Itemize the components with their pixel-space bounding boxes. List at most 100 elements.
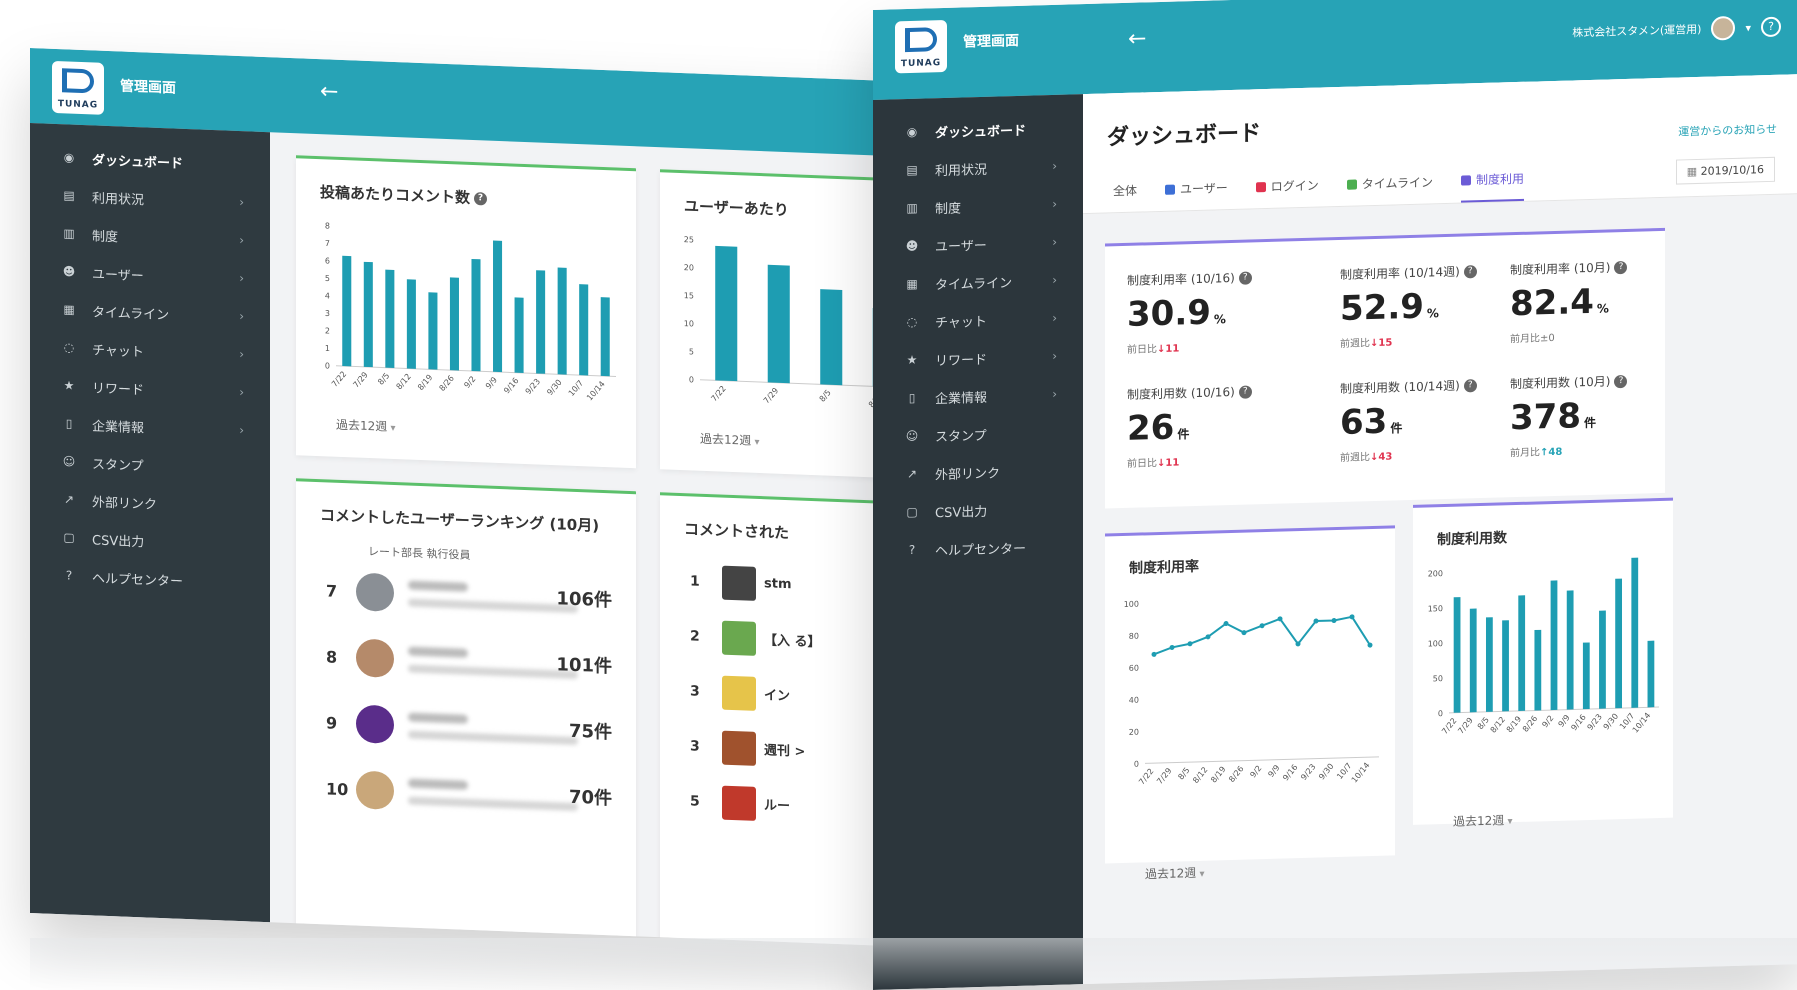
sidebar-item[interactable]: ☻ ユーザー › bbox=[873, 222, 1083, 266]
users-icon: ☻ bbox=[905, 238, 919, 254]
tab[interactable]: 制度利用 bbox=[1460, 169, 1524, 203]
x-tick-label: 8/26 bbox=[438, 374, 456, 393]
sidebar-item[interactable]: ★ リワード › bbox=[873, 336, 1083, 380]
book-icon: ▥ bbox=[63, 226, 75, 241]
ranking-row[interactable]: 10 70件 bbox=[296, 754, 636, 833]
x-tick-label: 8/5 bbox=[376, 371, 391, 387]
sidebar-item[interactable]: ☺ スタンプ bbox=[873, 412, 1083, 456]
chevron-down-icon[interactable]: ▾ bbox=[1745, 21, 1751, 34]
post-title: ルー bbox=[764, 798, 791, 815]
card-title: 投稿あたりコメント数 bbox=[320, 183, 471, 207]
building-icon: ▯ bbox=[65, 416, 73, 431]
users-icon: ☻ bbox=[62, 264, 76, 279]
y-tick-label: 7 bbox=[325, 239, 330, 248]
y-tick-label: 5 bbox=[689, 347, 694, 356]
date-picker[interactable]: 2019/10/16 bbox=[1675, 156, 1775, 185]
period-select[interactable]: 過去12週 bbox=[336, 416, 395, 435]
sidebar-item-label: 制度 bbox=[92, 228, 119, 245]
bar bbox=[428, 292, 438, 370]
tab-icon bbox=[1165, 184, 1176, 195]
help-icon[interactable]: ? bbox=[474, 192, 488, 206]
y-tick-label: 0 bbox=[689, 375, 694, 384]
data-point bbox=[1205, 634, 1211, 640]
bar bbox=[1550, 580, 1558, 711]
ranking-row[interactable]: 1 stm bbox=[660, 552, 900, 617]
tunag-logo[interactable]: TUNAG bbox=[52, 60, 104, 115]
diff-label: 前月比 bbox=[1510, 447, 1540, 460]
sidebar-item-label: リワード bbox=[92, 380, 145, 398]
y-tick-label: 25 bbox=[684, 235, 694, 244]
tab[interactable]: ログイン bbox=[1255, 176, 1319, 209]
tab[interactable]: タイムライン bbox=[1346, 172, 1433, 205]
tab[interactable]: 全体 bbox=[1113, 181, 1137, 213]
sidebar-item-label: ダッシュボード bbox=[935, 123, 1027, 141]
tab-label: 全体 bbox=[1113, 183, 1138, 199]
diff-value: ±0 bbox=[1540, 332, 1555, 345]
rank-number: 8 bbox=[326, 646, 338, 667]
sidebar-item-label: チャット bbox=[935, 314, 987, 331]
sidebar-item[interactable]: ▦ タイムライン › bbox=[873, 260, 1083, 304]
bar bbox=[385, 269, 395, 368]
stat-block: 制度利用率 (10/16)? 30.9% 前日比↓11 bbox=[1127, 268, 1252, 356]
sidebar-item-label: スタンプ bbox=[92, 456, 144, 474]
stat-value: 63 bbox=[1340, 401, 1388, 443]
sidebar-item-label: 外部リンク bbox=[935, 465, 1001, 483]
bar bbox=[1534, 629, 1542, 711]
period-select[interactable]: 過去12週 bbox=[1453, 811, 1512, 830]
help-icon[interactable]: ? bbox=[1463, 265, 1477, 279]
usage-rate-card: 制度利用率 0 20 40 60 80 100 7/22 7/29 8/5 8/12 8/19 8/2… bbox=[1105, 525, 1395, 881]
ranking-row[interactable]: 3 週刊 > bbox=[660, 717, 900, 782]
star-icon: ★ bbox=[63, 378, 75, 393]
y-tick-label: 0 bbox=[325, 361, 330, 370]
x-tick-label: 9/2 bbox=[1540, 714, 1555, 730]
arrow-left-icon[interactable]: ← bbox=[320, 79, 338, 105]
sidebar-item[interactable]: ◉ ダッシュボード bbox=[873, 108, 1083, 152]
x-tick-label: 9/23 bbox=[1586, 712, 1604, 732]
notice-link[interactable]: 運営からのお知らせ bbox=[1678, 121, 1777, 140]
timeline-icon: ▦ bbox=[63, 302, 75, 317]
tunag-logo[interactable]: TUNAG bbox=[895, 19, 947, 74]
bar bbox=[536, 270, 546, 374]
help-icon[interactable]: ? bbox=[1614, 374, 1628, 389]
period-select[interactable]: 過去12週 bbox=[1145, 864, 1204, 883]
period-select[interactable]: 過去12週 bbox=[700, 430, 759, 449]
x-tick-label: 9/23 bbox=[1299, 762, 1317, 782]
ranking-row[interactable]: 5 ルー bbox=[660, 772, 900, 837]
sidebar-item[interactable]: ? ヘルプセンター bbox=[30, 555, 270, 602]
usage-count-card: 制度利用数 0 50 100 150 200 7/22 7/29 8/5 8/12 8/19 8/2… bbox=[1413, 497, 1673, 829]
arrow-left-icon[interactable]: ← bbox=[1128, 26, 1146, 52]
sidebar-item[interactable]: ▯ 企業情報 › bbox=[873, 374, 1083, 418]
ranking-row[interactable]: 3 イン bbox=[660, 662, 900, 727]
user-avatar[interactable] bbox=[1711, 15, 1736, 41]
stat-unit: % bbox=[1213, 312, 1226, 327]
sidebar-item[interactable]: ▢ CSV出力 bbox=[873, 488, 1083, 532]
bar bbox=[406, 279, 416, 369]
rank-number: 3 bbox=[690, 737, 700, 755]
sidebar-item[interactable]: ▤ 利用状況 › bbox=[873, 146, 1083, 190]
rank-number: 7 bbox=[326, 580, 338, 601]
tab[interactable]: ユーザー bbox=[1165, 178, 1228, 211]
x-tick-label: 9/16 bbox=[1569, 713, 1587, 733]
stat-unit: % bbox=[1596, 301, 1609, 316]
help-icon[interactable]: ? bbox=[1238, 385, 1252, 399]
x-tick-label: 7/29 bbox=[1456, 716, 1474, 736]
y-tick-label: 40 bbox=[1129, 696, 1139, 705]
sidebar-item[interactable]: ↗ 外部リンク bbox=[873, 450, 1083, 494]
chevron-right-icon: › bbox=[1052, 272, 1057, 287]
sidebar-item[interactable]: ? ヘルプセンター bbox=[873, 526, 1083, 570]
sidebar-item[interactable]: ◌ チャット › bbox=[873, 298, 1083, 342]
help-icon[interactable]: ? bbox=[1238, 271, 1252, 285]
help-icon[interactable]: ? bbox=[1614, 260, 1628, 275]
comment-count: 106件 bbox=[556, 588, 612, 612]
help-icon[interactable]: ? bbox=[1463, 379, 1477, 393]
chevron-right-icon: › bbox=[1052, 234, 1057, 249]
card-title: 制度利用率 bbox=[1129, 558, 1199, 577]
sidebar-item[interactable]: ▥ 制度 › bbox=[873, 184, 1083, 228]
ranking-row[interactable]: 2 【入 る】 bbox=[660, 607, 900, 672]
data-point bbox=[1151, 651, 1157, 657]
bar bbox=[1599, 610, 1606, 709]
diff-label: 前週比 bbox=[1340, 338, 1370, 350]
file-icon: ▢ bbox=[63, 530, 75, 545]
chevron-right-icon: › bbox=[239, 195, 244, 210]
help-icon[interactable]: ? bbox=[1761, 16, 1781, 38]
